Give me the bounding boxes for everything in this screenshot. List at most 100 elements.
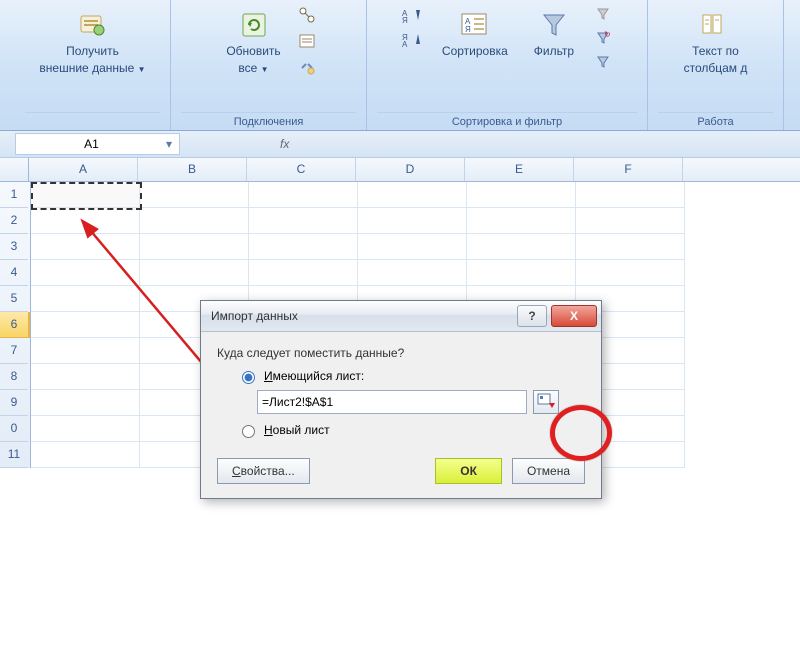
dialog-question-label: Куда следует поместить данные?: [217, 346, 585, 360]
cell[interactable]: [358, 234, 467, 260]
collapse-dialog-button[interactable]: [533, 390, 559, 414]
sort-icon: АЯ: [459, 9, 491, 41]
cell[interactable]: [31, 208, 140, 234]
column-header[interactable]: F: [574, 158, 683, 181]
column-header[interactable]: C: [247, 158, 356, 181]
reapply-button[interactable]: ↻: [594, 29, 612, 47]
dialog-close-button[interactable]: X: [551, 305, 597, 327]
cell[interactable]: [467, 260, 576, 286]
cell[interactable]: [576, 234, 685, 260]
cell[interactable]: [467, 208, 576, 234]
sort-asc-button[interactable]: АЯ: [402, 5, 422, 25]
row-header[interactable]: 6: [0, 312, 30, 338]
cell[interactable]: [358, 208, 467, 234]
ok-button[interactable]: ОК: [435, 458, 502, 484]
row-header[interactable]: 11: [0, 442, 28, 468]
properties-button[interactable]: [297, 31, 317, 51]
cell[interactable]: [140, 260, 249, 286]
refresh-label-2: все ▼: [238, 61, 268, 75]
filter-icon: [538, 9, 570, 41]
cell[interactable]: [467, 182, 576, 208]
cell[interactable]: [31, 364, 140, 390]
get-external-data-button[interactable]: Получить внешние данные ▼: [33, 5, 151, 79]
edit-links-button[interactable]: [297, 57, 317, 77]
cell[interactable]: [31, 442, 140, 468]
text-to-columns-button[interactable]: Текст по столбцам д: [678, 5, 754, 79]
cell[interactable]: [576, 208, 685, 234]
sort-label: Сортировка: [442, 44, 508, 58]
sort-button[interactable]: АЯ Сортировка: [436, 5, 514, 62]
properties-button-dialog[interactable]: Свойства...: [217, 458, 310, 484]
row-header[interactable]: 5: [0, 286, 28, 312]
cell[interactable]: [31, 416, 140, 442]
ribbon-group-label-blank: [25, 112, 160, 128]
svg-text:Я: Я: [465, 25, 471, 34]
cell[interactable]: [140, 234, 249, 260]
row-header[interactable]: 2: [0, 208, 28, 234]
cell[interactable]: [31, 390, 140, 416]
row-header[interactable]: 4: [0, 260, 28, 286]
text-to-columns-icon: [700, 9, 732, 41]
existing-sheet-radio-row[interactable]: Имеющийся лист:: [237, 368, 585, 384]
cell[interactable]: [140, 208, 249, 234]
formula-input[interactable]: [295, 133, 599, 155]
filter-button[interactable]: Фильтр: [528, 5, 580, 62]
cell[interactable]: [358, 182, 467, 208]
cell[interactable]: [249, 208, 358, 234]
fx-icon[interactable]: fx: [280, 137, 289, 151]
cancel-button[interactable]: Отмена: [512, 458, 585, 484]
new-sheet-radio-row[interactable]: Новый лист: [237, 422, 585, 438]
get-data-icon: [76, 9, 108, 41]
cell-reference-input[interactable]: [257, 390, 527, 414]
cell[interactable]: [249, 182, 358, 208]
row-header[interactable]: 1: [0, 182, 28, 208]
dialog-titlebar[interactable]: Импорт данных ? X: [201, 301, 601, 332]
row-header[interactable]: 0: [0, 416, 28, 442]
range-select-icon: [537, 393, 555, 412]
dialog-help-button[interactable]: ?: [517, 305, 547, 327]
refresh-all-button[interactable]: Обновить все ▼: [220, 5, 286, 79]
column-headers: ABCDEF: [0, 158, 800, 182]
new-sheet-radio[interactable]: [242, 425, 255, 438]
data-tools-group-label: Работа: [658, 112, 773, 128]
cell[interactable]: [249, 260, 358, 286]
cell[interactable]: [31, 312, 140, 338]
existing-sheet-label: Имеющийся лист:: [264, 369, 364, 383]
cell[interactable]: [576, 260, 685, 286]
name-box-dropdown-icon[interactable]: ▾: [163, 137, 175, 151]
refresh-icon: [238, 9, 270, 41]
get-data-label-1: Получить: [66, 44, 119, 58]
text-to-columns-label-1: Текст по: [692, 44, 739, 58]
name-box[interactable]: A1 ▾: [15, 133, 180, 155]
column-header[interactable]: E: [465, 158, 574, 181]
connections-button[interactable]: [297, 5, 317, 25]
sort-filter-group-label: Сортировка и фильтр: [377, 112, 637, 128]
name-box-value: A1: [20, 137, 163, 151]
advanced-filter-button[interactable]: [594, 53, 612, 71]
cell[interactable]: [140, 182, 249, 208]
select-all-corner[interactable]: [0, 158, 29, 181]
existing-sheet-radio[interactable]: [242, 371, 255, 384]
filter-label: Фильтр: [534, 44, 574, 58]
cell[interactable]: [31, 234, 140, 260]
row-header[interactable]: 9: [0, 390, 28, 416]
cell[interactable]: [31, 286, 140, 312]
formula-bar: A1 ▾ fx: [0, 131, 800, 158]
sort-desc-button[interactable]: ЯА: [402, 29, 422, 49]
row-header[interactable]: 8: [0, 364, 28, 390]
cell[interactable]: [358, 260, 467, 286]
column-header[interactable]: B: [138, 158, 247, 181]
cell[interactable]: [31, 182, 140, 208]
row-header[interactable]: 3: [0, 234, 28, 260]
ribbon: Получить внешние данные ▼ Обновить все ▼…: [0, 0, 800, 131]
column-header[interactable]: A: [29, 158, 138, 181]
row-header[interactable]: 7: [0, 338, 28, 364]
cell[interactable]: [467, 234, 576, 260]
cell[interactable]: [31, 260, 140, 286]
cell[interactable]: [31, 338, 140, 364]
cell[interactable]: [249, 234, 358, 260]
cell[interactable]: [576, 182, 685, 208]
clear-filter-button[interactable]: [594, 5, 612, 23]
column-header[interactable]: D: [356, 158, 465, 181]
svg-text:Я: Я: [402, 16, 408, 23]
